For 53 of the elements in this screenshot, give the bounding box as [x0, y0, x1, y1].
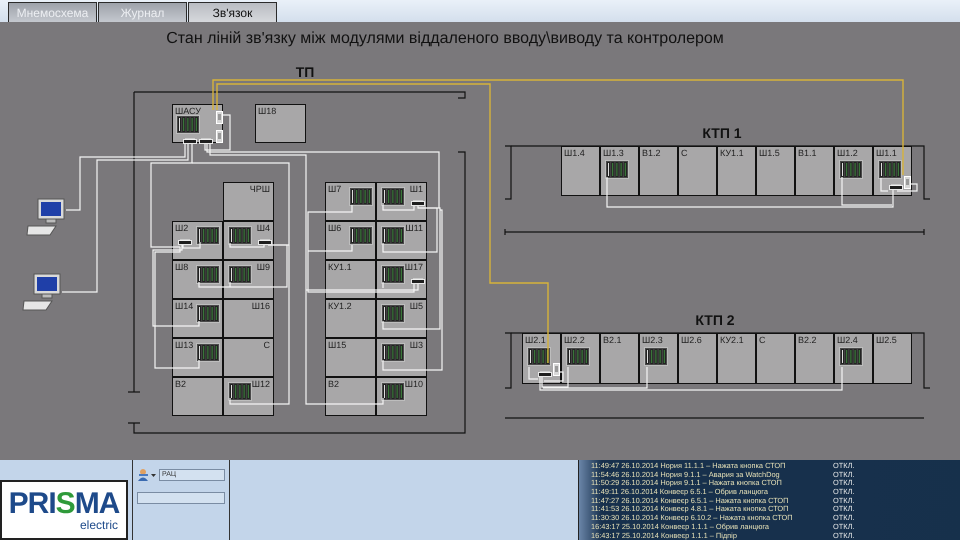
cell-label: Ш2.1 — [525, 335, 546, 345]
cell-label: Ш1.2 — [837, 148, 858, 158]
cell-label: Ш2.3 — [642, 335, 663, 345]
cell-label: Ш1.5 — [759, 148, 780, 158]
cell-label: Ш2.2 — [564, 335, 585, 345]
cell-label: Ш10 — [404, 379, 423, 389]
cell-label: В2.1 — [603, 335, 622, 345]
cell-label: ЧРШ — [250, 184, 270, 194]
cell-label: Ш18 — [258, 106, 276, 116]
cell-label: Ш4 — [256, 223, 270, 233]
cell-label: Ш13 — [175, 340, 194, 350]
cell-label: Ш2.5 — [876, 335, 897, 345]
cell-label: Ш2.6 — [681, 335, 702, 345]
cell-label: Ш5 — [410, 301, 423, 311]
input-field[interactable] — [137, 492, 225, 504]
cell-label: В2 — [175, 379, 186, 389]
tab[interactable]: Зв'язок — [188, 2, 277, 22]
cell-label: Ш1.4 — [564, 148, 585, 158]
section-label: КТП 2 — [694, 312, 736, 328]
cell-label: Ш17 — [404, 262, 423, 272]
cell-label: Ш7 — [328, 184, 342, 194]
cell-label: Ш16 — [252, 301, 270, 311]
cell-label: КУ1.2 — [328, 301, 352, 311]
cell-label: ШАСУ — [175, 106, 201, 116]
logo: PRISMA electric — [0, 480, 128, 540]
cell-label: Ш12 — [252, 379, 270, 389]
user-icon[interactable] — [137, 468, 157, 482]
cell-label: В1.2 — [642, 148, 661, 158]
cell-label: Ш14 — [175, 301, 194, 311]
cell-label: В1.1 — [798, 148, 817, 158]
cell-label: Ш1.3 — [603, 148, 624, 158]
section-label: КТП 1 — [701, 125, 743, 141]
section-label: ТП — [294, 64, 316, 80]
cell-label: Ш2 — [175, 223, 188, 233]
cell-label: Ш2.4 — [837, 335, 858, 345]
cell-label: Ш11 — [405, 223, 423, 233]
cell-label: Ш1 — [410, 184, 423, 194]
cell-label: КУ1.1 — [720, 148, 744, 158]
cell-label: С — [759, 335, 766, 345]
cell-label: В2.2 — [798, 335, 817, 345]
cable-line — [897, 183, 918, 192]
cell-label: Ш1.1 — [876, 148, 897, 158]
cell-label: КУ2.1 — [720, 335, 744, 345]
cell-label: Ш15 — [328, 340, 346, 350]
cell-label: Ш3 — [410, 340, 423, 350]
cell-label: С — [681, 148, 688, 158]
cell-label: В2 — [328, 379, 340, 389]
cell-label: С — [264, 340, 270, 350]
diagram-title: Стан ліній зв'язку між модулями віддаленого вводу\виводу та контролером — [165, 30, 725, 48]
cell-label: Ш8 — [175, 262, 188, 272]
cell-label: Ш9 — [256, 262, 270, 272]
cell-label: Ш6 — [328, 223, 342, 233]
cell-label: КУ1.1 — [328, 262, 352, 272]
